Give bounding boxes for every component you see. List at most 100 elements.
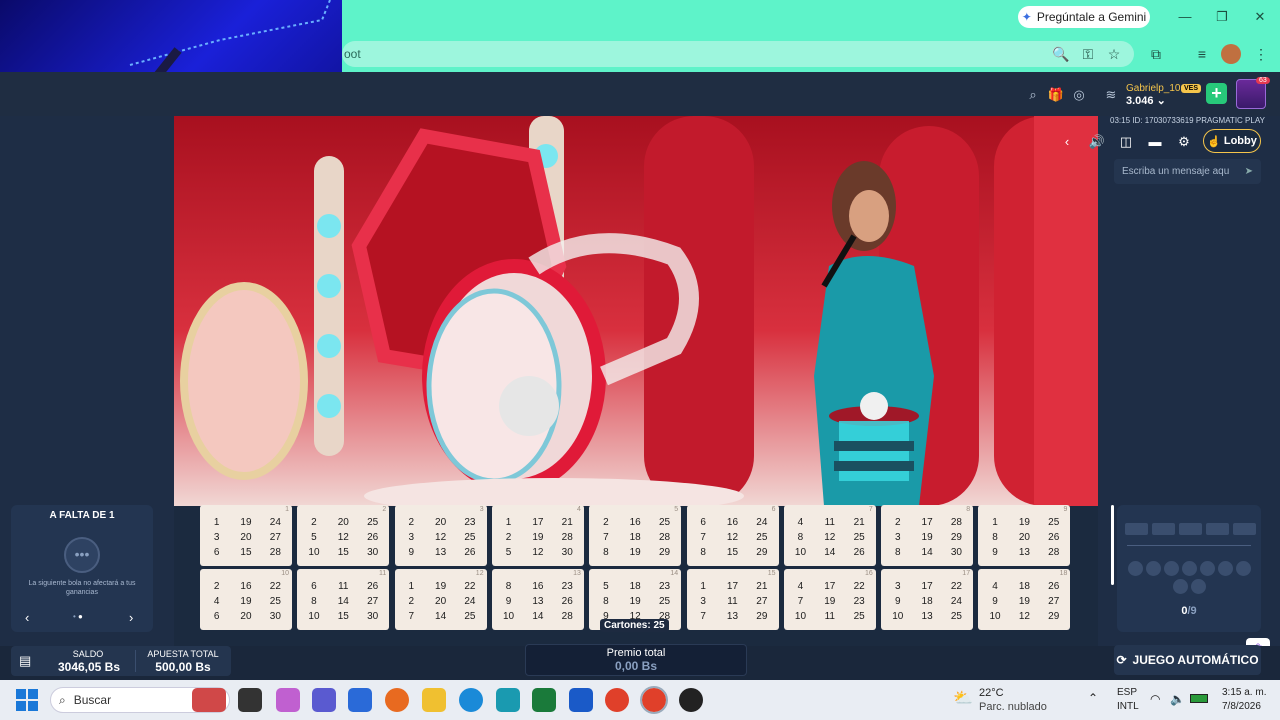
gift-icon[interactable]: 🎁 (1047, 86, 1065, 104)
user-balance[interactable]: 3.046 ⌄ (1126, 94, 1166, 107)
auto-play-button[interactable]: ⟳ JUEGO AUTOMÁTICO (1114, 645, 1261, 675)
bingo-card[interactable]: 9 1 19 25 8 20 26 9 13 28 (978, 505, 1071, 566)
card-cell: 12 (726, 532, 739, 543)
bingo-card[interactable]: 15 1 17 21 3 11 27 7 13 29 (686, 569, 779, 630)
user-name[interactable]: Gabrielp_10 (1126, 83, 1180, 94)
profile-icon[interactable] (1221, 44, 1241, 64)
send-icon[interactable]: ➤ (1245, 159, 1253, 184)
extensions-icon[interactable]: ⧉ (1146, 44, 1166, 64)
volume-icon[interactable]: 🔊 (1087, 132, 1107, 152)
card-cell: 7 (700, 532, 706, 543)
battery-icon[interactable] (1190, 694, 1208, 703)
weather-desc: Parc. nublado (979, 701, 1047, 713)
app-icon[interactable] (496, 688, 520, 712)
card-cell: 4 (797, 581, 804, 592)
chrome-active-icon[interactable] (640, 686, 668, 714)
card-cell: 27 (1048, 596, 1060, 607)
chrome-icon[interactable] (605, 688, 629, 712)
card-cell: 30 (561, 547, 573, 558)
lang-primary[interactable]: ESP (1117, 687, 1137, 698)
weather-icon: ⛅ (953, 690, 973, 707)
star-icon[interactable]: ☆ (1104, 44, 1124, 64)
deposit-button[interactable]: + (1206, 83, 1227, 104)
near-win-panel: A FALTA DE 1 ••• La siguiente bola no af… (11, 505, 153, 632)
tray-chevron-icon[interactable]: ⌃ (1088, 691, 1098, 705)
hand-icon: ☝ (1207, 135, 1221, 148)
edge-icon[interactable] (459, 688, 483, 712)
bingo-cards: 1 1 19 24 3 20 27 6 15 28 2 2 20 25 5 12 26 10 15 30 3 2 20 23 3… (200, 505, 1075, 630)
bingo-card[interactable]: 10 2 16 22 4 19 25 6 20 30 (200, 569, 292, 630)
card-cell: 18 (629, 581, 641, 592)
menu-icon[interactable]: ⋮ (1251, 44, 1271, 64)
temperature: 22°C (979, 687, 1004, 699)
minimize-icon[interactable]: — (1175, 8, 1195, 26)
media-icon[interactable]: ≡ (1192, 44, 1212, 64)
bingo-card[interactable]: 17 3 17 22 9 18 24 10 13 25 (881, 569, 974, 630)
chat-icon[interactable]: ▬ (1145, 132, 1165, 152)
support-icon[interactable]: ◎ (1070, 86, 1088, 104)
card-cell: 26 (1048, 581, 1060, 592)
taskview-icon[interactable] (238, 688, 262, 712)
widget-icon[interactable] (192, 688, 226, 712)
settings-icon[interactable]: ⚙ (1174, 132, 1194, 152)
next-arrow[interactable]: › (129, 610, 133, 625)
bingo-card[interactable]: 4 1 17 21 2 19 28 5 12 30 (491, 505, 584, 566)
copilot-icon[interactable] (276, 688, 300, 712)
card-cell: 19 (240, 596, 252, 607)
clock-date[interactable]: 7/8/2026 (1222, 701, 1261, 712)
word-icon[interactable] (569, 688, 593, 712)
card-cell: 19 (240, 517, 252, 528)
card-cell: 22 (950, 581, 962, 592)
card-cell: 9 (505, 596, 512, 607)
card-cell: 15 (337, 611, 349, 622)
address-bar[interactable]: oot (342, 41, 1134, 67)
bingo-card[interactable]: 13 8 16 23 9 13 26 10 14 28 (491, 569, 584, 630)
card-cell: 10 (502, 611, 515, 622)
bingo-card[interactable]: 11 6 11 26 8 14 27 10 15 30 (297, 569, 390, 630)
card-cell: 19 (1018, 517, 1030, 528)
bingo-card[interactable]: 16 4 17 22 7 19 23 10 11 25 (783, 569, 876, 630)
card-cell: 27 (756, 596, 768, 607)
speaker-icon[interactable]: 🔈 (1170, 692, 1185, 706)
card-cell: 19 (629, 596, 641, 607)
teams-icon[interactable] (312, 688, 336, 712)
prev-arrow[interactable]: ‹ (25, 610, 29, 625)
close-icon[interactable]: ✕ (1250, 8, 1270, 26)
gemini-button[interactable]: ✦ Pregúntale a Gemini (1018, 6, 1150, 28)
site-header (0, 72, 1280, 116)
card-cell: 3 (213, 532, 220, 543)
store-icon[interactable] (348, 688, 372, 712)
card-cell: 30 (367, 611, 379, 622)
card-cell: 11 (727, 596, 738, 607)
stats-icon[interactable]: ◫ (1116, 132, 1136, 152)
bingo-card[interactable]: 5 2 16 25 7 18 28 8 19 29 (589, 505, 682, 566)
bingo-card[interactable]: 2 2 20 25 5 12 26 10 15 30 (297, 505, 390, 566)
card-cell: 20 (337, 517, 349, 528)
firefox-icon[interactable] (385, 688, 409, 712)
bingo-card[interactable]: 7 4 11 21 8 12 25 10 14 26 (783, 505, 876, 566)
zoom-icon[interactable]: 🔍 (1051, 44, 1071, 64)
clock-time[interactable]: 3:15 a. m. (1222, 687, 1266, 698)
search-icon[interactable]: ⌕ (1024, 86, 1042, 104)
obs-icon[interactable] (679, 688, 703, 712)
lang-secondary[interactable]: INTL (1117, 701, 1139, 712)
restore-icon[interactable]: ❐ (1212, 8, 1232, 26)
wifi-icon[interactable]: ◠ (1150, 692, 1160, 706)
bingo-card[interactable]: 6 6 16 24 7 12 25 8 15 29 (686, 505, 779, 566)
chevron-left-icon[interactable]: ‹ (1057, 132, 1077, 152)
bingo-card[interactable]: 18 4 18 26 9 19 27 10 12 29 (978, 569, 1071, 630)
excel-icon[interactable] (532, 688, 556, 712)
card-cell: 10 (794, 611, 807, 622)
bingo-card[interactable]: 12 1 19 22 2 20 24 7 14 25 (394, 569, 487, 630)
scroll-indicator[interactable] (1111, 505, 1114, 585)
lobby-button[interactable]: ☝ Lobby (1203, 129, 1261, 153)
bingo-card[interactable]: 1 1 19 24 3 20 27 6 15 28 (200, 505, 292, 566)
bingo-card[interactable]: 8 2 17 28 3 19 29 8 14 30 (881, 505, 974, 566)
card-cell: 26 (1048, 532, 1060, 543)
key-icon[interactable]: ⚿ (1078, 44, 1098, 64)
folder-icon[interactable] (422, 688, 446, 712)
chat-input[interactable]: Escriba un mensaje aqu ➤ (1114, 159, 1261, 184)
windows-icon[interactable] (16, 689, 38, 711)
card-number: 5 (674, 506, 679, 513)
bingo-card[interactable]: 3 2 20 23 3 12 25 9 13 26 (394, 505, 487, 566)
